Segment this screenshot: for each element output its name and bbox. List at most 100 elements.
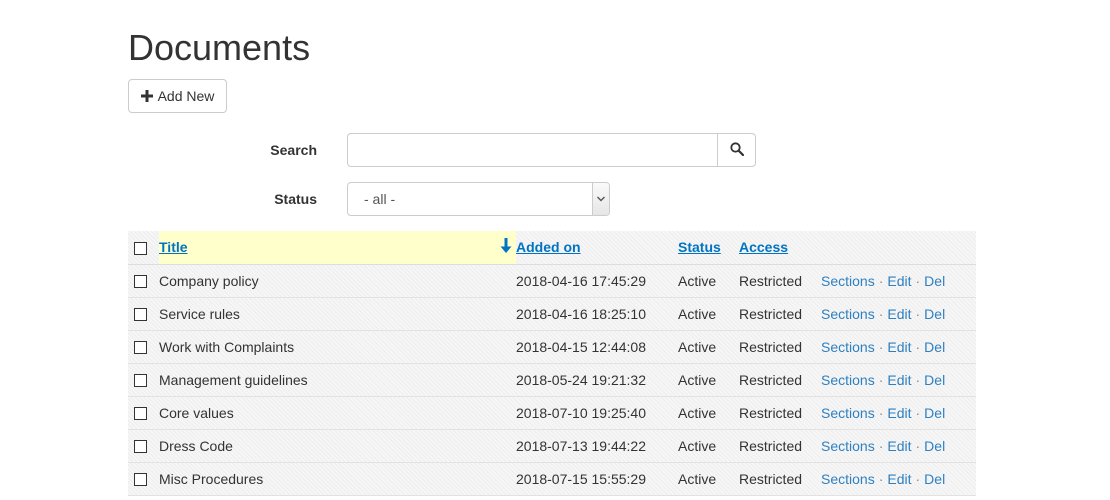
action-separator: · [915,437,921,454]
edit-link[interactable]: Edit [887,438,911,454]
row-select-cell [128,297,159,331]
sections-link[interactable]: Sections [821,372,875,388]
row-status: Active [678,330,739,364]
delete-link[interactable]: Del [924,438,945,454]
action-separator: · [878,371,884,388]
action-separator: · [915,305,921,322]
edit-link[interactable]: Edit [887,405,911,421]
row-checkbox[interactable] [134,440,147,454]
action-separator: · [878,338,884,355]
status-select[interactable]: - all - [347,182,610,216]
row-select-cell [128,429,159,463]
header-select-all [128,231,159,265]
row-title: Company policy [159,264,516,298]
add-new-button[interactable]: Add New [128,79,227,113]
row-actions: Sections · Edit · Del [821,429,976,463]
action-separator: · [915,470,921,487]
row-status: Active [678,363,739,397]
action-separator: · [915,338,921,355]
select-all-checkbox[interactable] [134,242,147,256]
row-access: Restricted [739,429,821,463]
sort-added-on-link[interactable]: Added on [516,239,581,255]
sections-link[interactable]: Sections [821,306,875,322]
row-actions: Sections · Edit · Del [821,264,976,298]
page-title: Documents [128,27,311,68]
search-input[interactable] [347,133,717,167]
row-added-on: 2018-04-15 12:44:08 [516,330,678,364]
action-separator: · [878,404,884,421]
action-separator: · [915,404,921,421]
row-checkbox[interactable] [134,308,147,322]
row-select-cell [128,264,159,298]
action-separator: · [878,437,884,454]
sections-link[interactable]: Sections [821,405,875,421]
delete-link[interactable]: Del [924,306,945,322]
table-header-row: Title Added on Status Access [128,231,976,265]
table-row: Work with Complaints 2018-04-15 12:44:08 A… [128,330,976,364]
action-separator: · [915,371,921,388]
row-select-cell [128,462,159,496]
row-status: Active [678,264,739,298]
row-title: Service rules [159,297,516,331]
row-status: Active [678,429,739,463]
table-row: Service rules 2018-04-16 18:25:10 Active Re… [128,297,976,331]
row-select-cell [128,363,159,397]
edit-link[interactable]: Edit [887,339,911,355]
row-select-cell [128,330,159,364]
action-separator: · [878,305,884,322]
search-icon [729,141,744,159]
plus-icon [140,89,153,103]
row-checkbox[interactable] [134,473,147,487]
row-actions: Sections · Edit · Del [821,462,976,496]
row-added-on: 2018-04-16 17:45:29 [516,264,678,298]
column-header-access: Access [739,231,821,265]
edit-link[interactable]: Edit [887,372,911,388]
status-select-value: - all - [364,191,396,207]
edit-link[interactable]: Edit [887,273,911,289]
row-checkbox[interactable] [134,341,147,355]
add-new-label: Add New [157,88,215,104]
search-label: Search [270,142,317,158]
delete-link[interactable]: Del [924,273,945,289]
column-header-status: Status [678,231,739,265]
row-access: Restricted [739,330,821,364]
edit-link[interactable]: Edit [887,471,911,487]
action-separator: · [878,272,884,289]
delete-link[interactable]: Del [924,405,945,421]
row-access: Restricted [739,462,821,496]
row-added-on: 2018-04-16 18:25:10 [516,297,678,331]
column-header-added-on: Added on [516,231,678,265]
sections-link[interactable]: Sections [821,339,875,355]
documents-table: Title Added on Status Access Company pol… [128,231,976,496]
row-added-on: 2018-05-24 19:21:32 [516,363,678,397]
edit-link[interactable]: Edit [887,306,911,322]
row-actions: Sections · Edit · Del [821,297,976,331]
sections-link[interactable]: Sections [821,471,875,487]
row-added-on: 2018-07-15 15:55:29 [516,462,678,496]
row-actions: Sections · Edit · Del [821,363,976,397]
table-row: Management guidelines 2018-05-24 19:21:32… [128,363,976,397]
table-row: Core values 2018-07-10 19:25:40 Active Rest… [128,396,976,430]
sort-title-link[interactable]: Title [159,239,188,255]
column-header-title: Title [159,231,516,265]
status-label: Status [274,191,317,207]
table-row: Company policy 2018-04-16 17:45:29 Active R… [128,264,976,298]
arrow-down-icon [500,238,512,257]
chevron-down-icon [592,183,609,215]
table-row: Dress Code 2018-07-13 19:44:22 Active Restr… [128,429,976,463]
delete-link[interactable]: Del [924,372,945,388]
row-status: Active [678,462,739,496]
sections-link[interactable]: Sections [821,438,875,454]
delete-link[interactable]: Del [924,471,945,487]
column-header-actions [821,231,976,265]
sort-status-link[interactable]: Status [678,239,721,255]
row-checkbox[interactable] [134,407,147,421]
search-button[interactable] [717,133,756,167]
row-select-cell [128,396,159,430]
row-checkbox[interactable] [134,374,147,388]
delete-link[interactable]: Del [924,339,945,355]
sort-access-link[interactable]: Access [739,239,788,255]
row-title: Misc Procedures [159,462,516,496]
sections-link[interactable]: Sections [821,273,875,289]
row-checkbox[interactable] [134,275,147,289]
